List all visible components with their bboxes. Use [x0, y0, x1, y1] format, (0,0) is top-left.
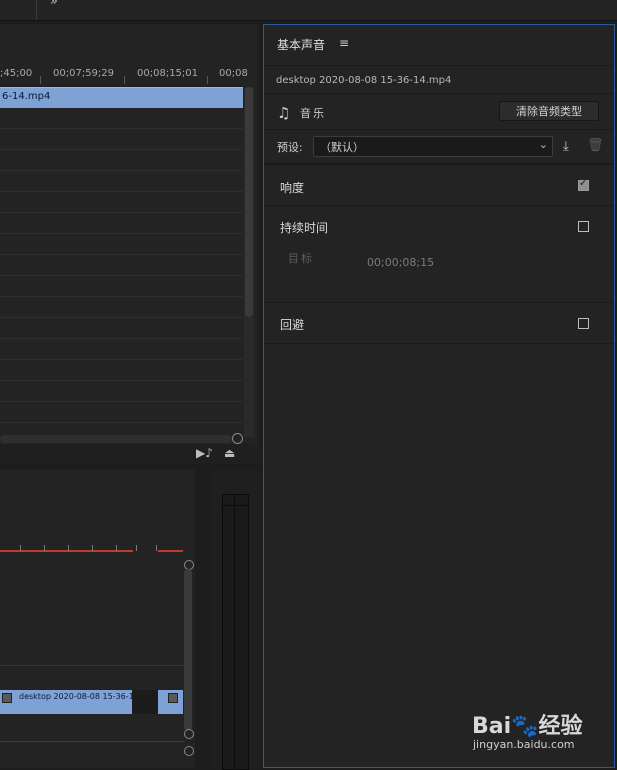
panel-title[interactable]: 基本声音 — [277, 36, 325, 53]
sequence-clip[interactable] — [158, 690, 183, 714]
play-audio-icon[interactable]: ▶♪ — [196, 446, 213, 460]
ruler-tick — [124, 76, 125, 84]
clip-label: desktop 2020-08-08 15-36-14 — [19, 692, 139, 701]
watermark-url: jingyan.baidu.com — [473, 738, 575, 751]
track-divider — [0, 233, 243, 234]
timecode-label: 00;08 — [219, 68, 248, 79]
target-duration-value[interactable]: 00;00;08;15 — [367, 256, 434, 269]
sequence-panel — [0, 470, 195, 768]
ruler-tick — [20, 545, 21, 551]
fx-badge-icon — [168, 693, 178, 703]
track-divider — [0, 212, 243, 213]
scroll-handle[interactable] — [184, 746, 194, 756]
ruler-tick — [92, 545, 93, 551]
top-toolbar: » — [0, 0, 617, 21]
track-divider — [0, 665, 184, 666]
divider — [264, 343, 614, 344]
time-ruler[interactable]: ;45;00 00;07;59;29 00;08;15;01 00;08 — [0, 24, 248, 87]
track-divider — [0, 275, 243, 276]
audio-type-label: 音乐 — [300, 107, 326, 120]
ducking-section: 回避 — [264, 303, 614, 343]
horizontal-scrollbar[interactable] — [0, 435, 232, 443]
track-divider — [0, 317, 243, 318]
track-divider — [0, 170, 243, 171]
meter-divider — [234, 495, 235, 505]
timecode-label: 00;08;15;01 — [137, 68, 199, 79]
track-divider — [0, 380, 243, 381]
track-divider — [0, 401, 243, 402]
clear-audio-type-button[interactable]: 清除音频类型 — [499, 101, 599, 121]
clip-filename: desktop 2020-08-08 15-36-14.mp4 — [276, 75, 452, 86]
save-preset-icon[interactable]: ⤓ — [563, 139, 569, 154]
fx-badge-icon — [2, 693, 12, 703]
ruler-tick — [116, 545, 117, 551]
timeline-clip[interactable]: 6-14.mp4 — [0, 87, 243, 108]
track-divider — [0, 149, 243, 150]
trash-icon[interactable]: 🗑 — [587, 138, 604, 153]
essential-sound-panel: 基本声音 ≡ desktop 2020-08-08 15-36-14.mp4 ♫… — [263, 24, 615, 768]
watermark: Bai🐾经验 jingyan.baidu.com — [472, 700, 612, 760]
toolbar-separator — [36, 0, 37, 20]
track-divider — [0, 338, 243, 339]
duration-checkbox[interactable] — [578, 221, 589, 232]
vertical-scrollbar[interactable] — [184, 569, 192, 731]
divider — [264, 93, 614, 94]
ruler-tick — [68, 545, 69, 551]
track-divider — [0, 254, 243, 255]
scroll-handle[interactable] — [184, 729, 194, 739]
panel-footer — [0, 444, 258, 464]
ruler-tick — [136, 545, 137, 551]
track-divider — [0, 741, 184, 742]
track-divider — [0, 128, 243, 129]
duration-section: 持续时间 — [264, 206, 614, 302]
panel-header: 基本声音 ≡ — [264, 25, 614, 66]
ruler-tick — [40, 76, 41, 84]
timecode-label: ;45;00 — [0, 68, 33, 79]
preset-value: （默认） — [320, 141, 364, 154]
section-label: 响度 — [280, 181, 305, 195]
meter-divider — [223, 505, 248, 506]
track-divider — [0, 359, 243, 360]
music-note-icon: ♫ — [277, 104, 291, 122]
zoom-handle[interactable] — [232, 433, 243, 444]
export-icon[interactable]: ⏏ — [224, 446, 235, 460]
section-label: 回避 — [280, 318, 305, 332]
vertical-scrollbar[interactable] — [245, 87, 253, 317]
chevron-down-icon: ⌄ — [538, 138, 548, 151]
ruler-tick — [156, 545, 157, 551]
target-label: 目标 — [288, 252, 314, 265]
meter-divider — [234, 505, 235, 769]
track-divider — [0, 422, 243, 423]
timeline-panel: ;45;00 00;07;59;29 00;08;15;01 00;08 6-1… — [0, 24, 258, 464]
divider — [264, 129, 614, 130]
ruler-tick — [207, 76, 208, 84]
preset-label: 预设: — [277, 141, 303, 154]
ducking-checkbox[interactable] — [578, 318, 589, 329]
loudness-checkbox[interactable] — [578, 178, 589, 191]
audio-meter — [222, 494, 249, 770]
work-area-bar[interactable] — [158, 550, 183, 552]
loudness-section: 响度 — [264, 165, 614, 205]
preset-dropdown[interactable]: （默认） ⌄ — [313, 136, 553, 157]
section-label: 持续时间 — [280, 221, 329, 235]
clip-gap — [132, 690, 158, 714]
panel-menu-icon[interactable]: ≡ — [339, 36, 349, 50]
ruler-tick — [44, 545, 45, 551]
clip-label: 6-14.mp4 — [2, 91, 51, 102]
overflow-chevron-icon[interactable]: » — [50, 0, 58, 9]
track-divider — [0, 191, 243, 192]
sequence-clip[interactable]: desktop 2020-08-08 15-36-14 — [0, 690, 139, 714]
timecode-label: 00;07;59;29 — [53, 68, 115, 79]
watermark-logo: Bai🐾经验 — [472, 714, 583, 739]
track-divider — [0, 296, 243, 297]
